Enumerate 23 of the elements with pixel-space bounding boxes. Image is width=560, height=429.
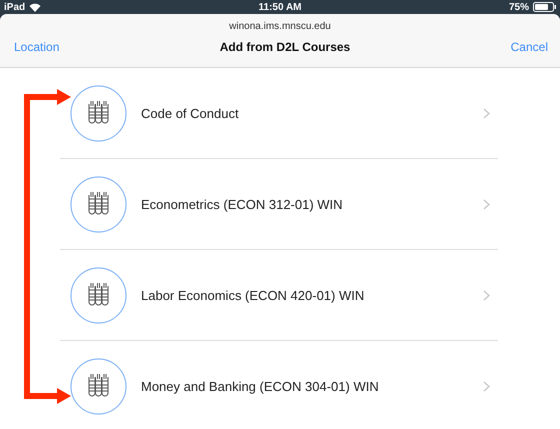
test-tubes-icon: [70, 266, 127, 324]
device-name: iPad: [4, 2, 26, 12]
battery-percent: 75%: [508, 2, 529, 12]
battery-icon: [533, 2, 557, 12]
wifi-icon: [29, 2, 42, 12]
test-tubes-icon: [70, 358, 127, 414]
chevron-icon: [483, 380, 490, 392]
course-row[interactable]: Econometrics (ECON 312-01) WIN: [60, 159, 498, 250]
course-row[interactable]: Code of Conduct: [60, 68, 498, 159]
chevron-icon: [483, 108, 490, 118]
course-row[interactable]: Money and Banking (ECON 304-01) WIN: [60, 341, 498, 429]
course-name: Econometrics (ECON 312-01) WIN: [141, 196, 343, 212]
course-row[interactable]: Labor Economics (ECON 420-01) WIN: [60, 250, 498, 341]
chevron-icon: [483, 290, 490, 300]
chevron-icon: [483, 198, 490, 210]
test-tubes-icon: [70, 84, 127, 142]
sheet-title: Add from D2L Courses: [220, 40, 350, 54]
course-name: Code of Conduct: [141, 106, 239, 120]
status-time: 11:50 AM: [258, 2, 302, 12]
course-name: Labor Economics (ECON 420-01) WIN: [141, 288, 364, 302]
test-tubes-icon: [70, 176, 127, 232]
url-text: winona.ims.mnscu.edu: [228, 20, 332, 32]
course-name: Money and Banking (ECON 304-01) WIN: [141, 378, 379, 394]
